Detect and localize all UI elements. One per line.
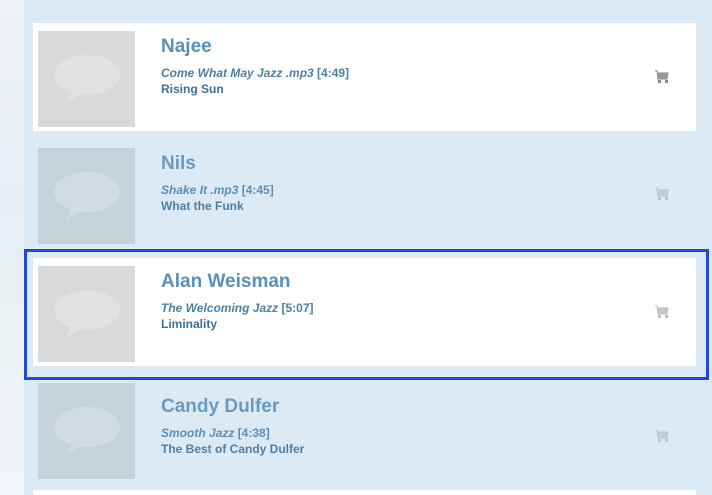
speech-bubble-icon — [53, 172, 120, 220]
song-title[interactable]: Come What May Jazz .mp3 — [161, 66, 314, 80]
track-info: Nils Shake It .mp3 [4:45] What the Funk — [161, 154, 601, 215]
album-name[interactable]: What the Funk — [161, 198, 601, 215]
song-title[interactable]: Smooth Jazz — [161, 426, 234, 440]
track-row-alan-weisman[interactable]: Alan Weisman The Welcoming Jazz [5:07] L… — [33, 258, 696, 366]
song-title[interactable]: The Welcoming Jazz — [161, 301, 278, 315]
cart-icon[interactable] — [654, 187, 670, 201]
album-name[interactable]: Liminality — [161, 316, 601, 333]
track-info: Alan Weisman The Welcoming Jazz [5:07] L… — [161, 272, 601, 333]
track-row-najee[interactable]: Najee Come What May Jazz .mp3 [4:49] Ris… — [33, 23, 696, 131]
album-name[interactable]: The Best of Candy Dulfer — [161, 441, 601, 458]
album-thumbnail — [38, 383, 135, 479]
song-duration: [4:38] — [237, 426, 270, 440]
artist-name[interactable]: Candy Dulfer — [161, 397, 601, 417]
speech-bubble-icon — [53, 55, 120, 103]
track-info: Candy Dulfer Smooth Jazz [4:38] The Best… — [161, 397, 601, 458]
song-duration: [4:49] — [317, 66, 350, 80]
song-line: The Welcoming Jazz [5:07] — [161, 301, 601, 316]
background-strip — [0, 0, 24, 495]
cart-icon[interactable] — [654, 70, 670, 84]
album-thumbnail — [38, 266, 135, 362]
album-thumbnail — [38, 148, 135, 244]
album-name[interactable]: Rising Sun — [161, 81, 601, 98]
track-row-candy-dulfer[interactable]: Candy Dulfer Smooth Jazz [4:38] The Best… — [33, 375, 696, 483]
song-duration: [4:45] — [241, 183, 274, 197]
album-thumbnail — [38, 31, 135, 127]
speech-bubble-icon — [53, 290, 120, 338]
song-line: Shake It .mp3 [4:45] — [161, 183, 601, 198]
next-row-edge — [33, 490, 696, 495]
song-title[interactable]: Shake It .mp3 — [161, 183, 238, 197]
track-info: Najee Come What May Jazz .mp3 [4:49] Ris… — [161, 37, 601, 98]
cart-icon[interactable] — [654, 429, 670, 443]
artist-name[interactable]: Najee — [161, 37, 601, 57]
artist-name[interactable]: Alan Weisman — [161, 272, 601, 292]
cart-icon[interactable] — [654, 305, 670, 319]
song-line: Smooth Jazz [4:38] — [161, 426, 601, 441]
speech-bubble-icon — [53, 407, 120, 455]
artist-name[interactable]: Nils — [161, 154, 601, 174]
song-line: Come What May Jazz .mp3 [4:49] — [161, 66, 601, 81]
song-duration: [5:07] — [281, 301, 314, 315]
track-row-nils[interactable]: Nils Shake It .mp3 [4:45] What the Funk — [33, 140, 696, 248]
